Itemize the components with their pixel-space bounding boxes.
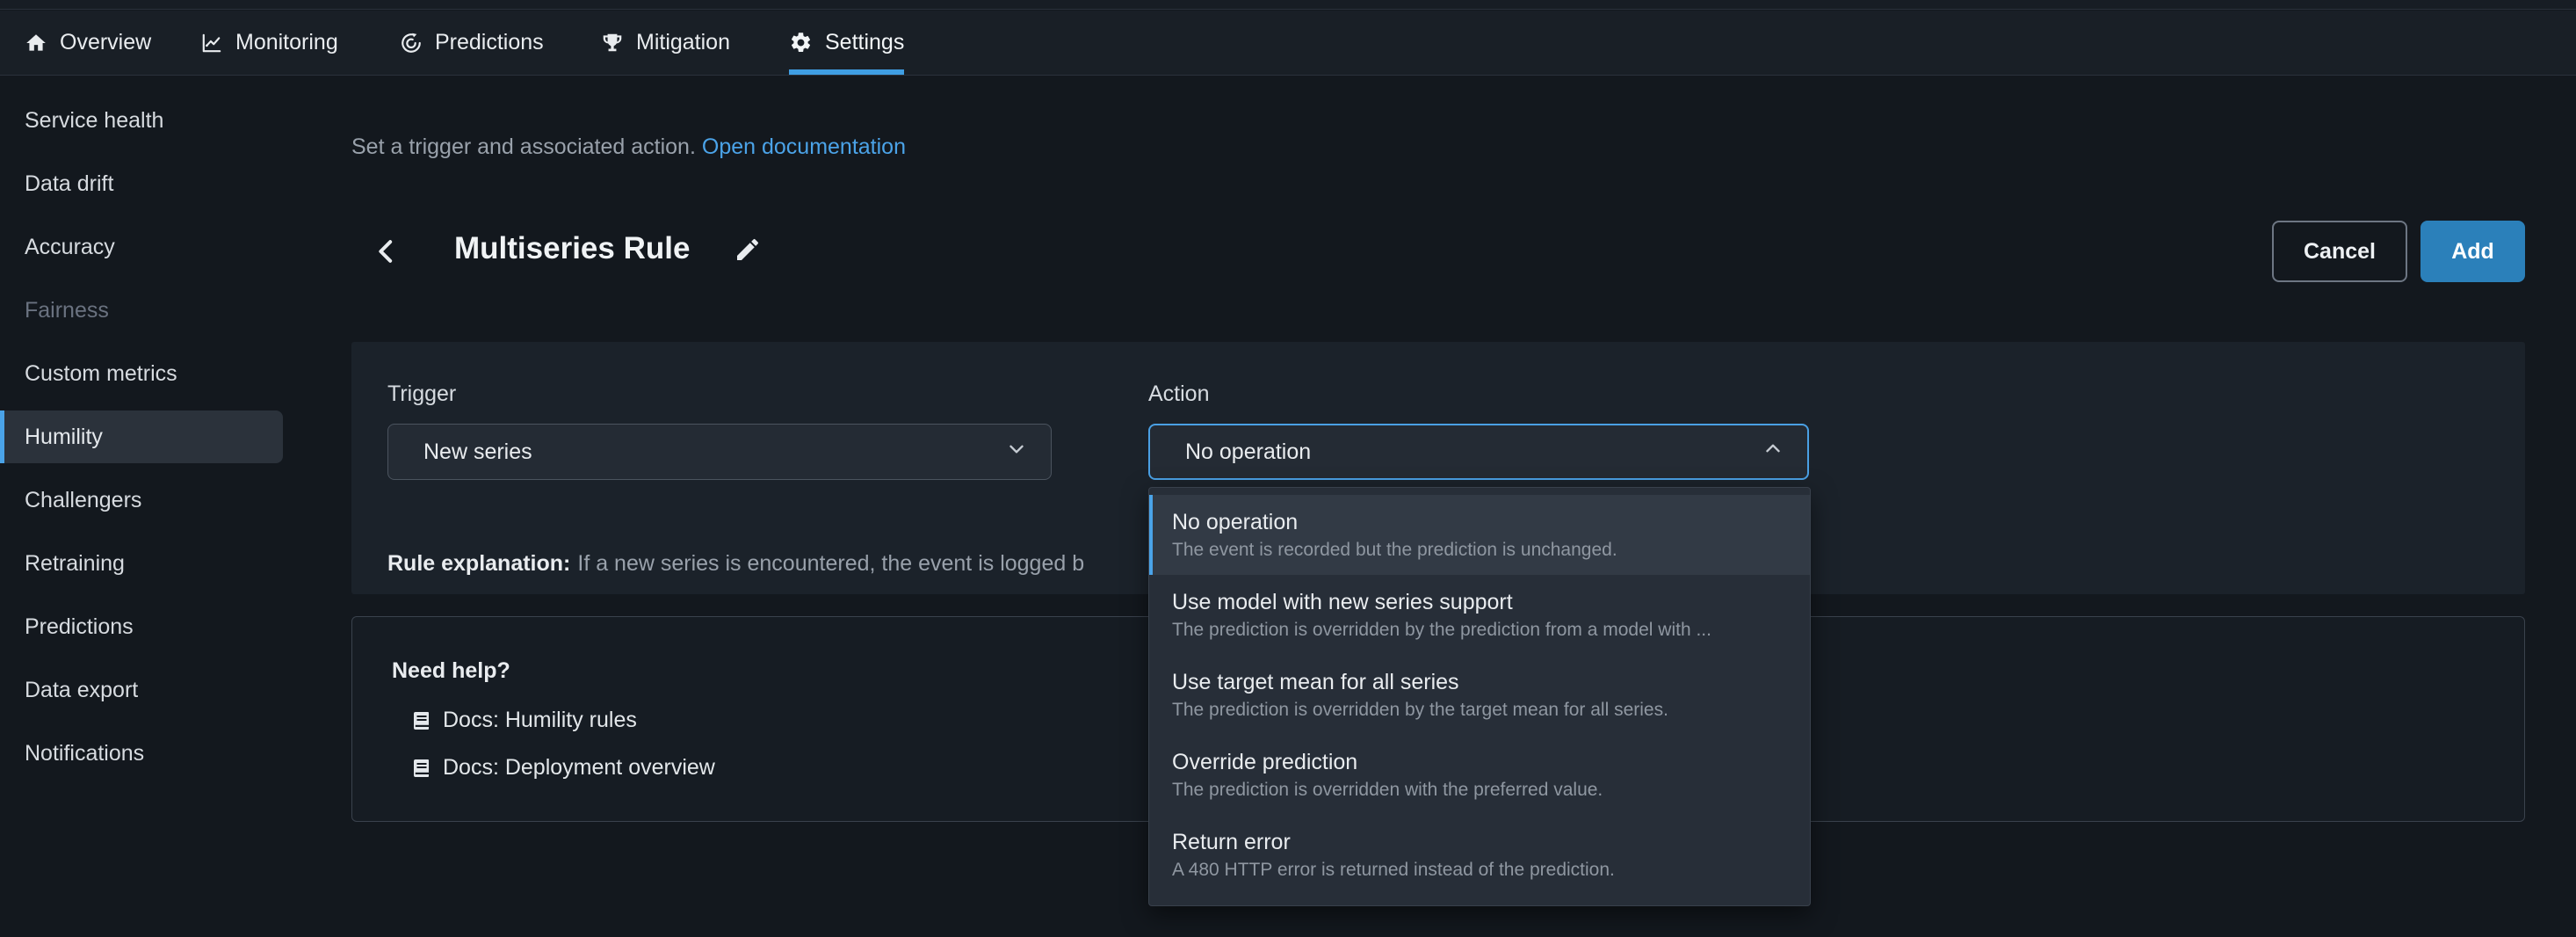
sidebar-item-custom-metrics[interactable]: Custom metrics — [0, 347, 286, 400]
sidebar-item-retraining[interactable]: Retraining — [0, 537, 286, 590]
sidebar-item-predictions[interactable]: Predictions — [0, 600, 286, 653]
nav-tab-label: Predictions — [435, 30, 544, 55]
book-icon — [411, 709, 432, 732]
monitoring-icon — [200, 32, 223, 54]
nav-tab-label: Overview — [60, 30, 151, 55]
nav-tab-overview[interactable]: Overview — [25, 11, 151, 75]
menu-option-description: The prediction is overridden with the pr… — [1172, 777, 1810, 803]
sidebar-item-humility[interactable]: Humility — [0, 410, 283, 463]
page-subtitle: Set a trigger and associated action. Ope… — [351, 134, 906, 160]
menu-option-title: Override prediction — [1172, 747, 1810, 777]
sidebar-item-label: Retraining — [25, 551, 125, 577]
sidebar-item-service-health[interactable]: Service health — [0, 94, 286, 147]
open-documentation-link[interactable]: Open documentation — [702, 134, 906, 159]
predictions-icon — [400, 32, 423, 54]
chevron-up-icon — [1762, 438, 1784, 467]
menu-option-use-model-with-new-series-support[interactable]: Use model with new series support The pr… — [1149, 575, 1810, 655]
sidebar-item-label: Humility — [25, 425, 103, 450]
nav-tab-label: Monitoring — [235, 30, 338, 55]
mitigation-icon — [601, 32, 624, 54]
menu-option-title: Return error — [1172, 827, 1810, 857]
settings-sidebar: Service health Data drift Accuracy Fairn… — [0, 76, 286, 937]
rule-explanation-text: If a new series is encountered, the even… — [577, 551, 1084, 576]
trigger-select[interactable]: New series — [387, 424, 1052, 480]
settings-icon — [789, 31, 813, 54]
add-button[interactable]: Add — [2420, 221, 2525, 282]
cancel-button[interactable]: Cancel — [2272, 221, 2407, 282]
edit-title-icon[interactable] — [734, 236, 762, 264]
subtitle-text: Set a trigger and associated action. — [351, 134, 696, 159]
menu-option-description: The event is recorded but the prediction… — [1172, 537, 1810, 563]
sidebar-item-challengers[interactable]: Challengers — [0, 474, 286, 527]
rule-explanation-label: Rule explanation: — [387, 551, 570, 576]
docs-deployment-overview-link[interactable]: Docs: Deployment overview — [411, 755, 715, 781]
book-icon — [411, 757, 432, 780]
trigger-select-value: New series — [423, 439, 532, 465]
need-help-heading: Need help? — [392, 658, 510, 684]
sidebar-item-data-drift[interactable]: Data drift — [0, 157, 286, 210]
nav-tab-label: Mitigation — [636, 30, 730, 55]
action-label: Action — [1148, 381, 1209, 407]
app-window: Overview Monitoring Predictions — [0, 0, 2576, 937]
page-title: Multiseries Rule — [454, 231, 690, 266]
sidebar-item-fairness: Fairness — [0, 284, 286, 337]
nav-tab-label: Settings — [825, 30, 904, 55]
menu-option-return-error[interactable]: Return error A 480 HTTP error is returne… — [1149, 815, 1810, 895]
action-dropdown-menu: No operation The event is recorded but t… — [1148, 487, 1811, 906]
chevron-down-icon — [1005, 438, 1028, 467]
nav-tab-predictions[interactable]: Predictions — [400, 11, 544, 75]
back-button[interactable] — [369, 234, 404, 269]
nav-tab-settings[interactable]: Settings — [789, 11, 904, 75]
sidebar-item-label: Custom metrics — [25, 361, 177, 387]
sidebar-item-data-export[interactable]: Data export — [0, 664, 286, 716]
menu-option-description: The prediction is overridden by the pred… — [1172, 617, 1810, 643]
sidebar-item-label: Service health — [25, 108, 163, 134]
home-icon — [25, 32, 47, 54]
sidebar-item-label: Challengers — [25, 488, 141, 513]
action-select-value: No operation — [1185, 439, 1311, 465]
menu-option-override-prediction[interactable]: Override prediction The prediction is ov… — [1149, 735, 1810, 815]
sidebar-item-label: Data export — [25, 678, 138, 703]
sidebar-item-label: Fairness — [25, 298, 109, 323]
sidebar-item-label: Predictions — [25, 614, 134, 640]
sidebar-item-label: Notifications — [25, 741, 144, 766]
doc-link-label: Docs: Humility rules — [443, 708, 637, 733]
nav-tab-monitoring[interactable]: Monitoring — [200, 11, 338, 75]
window-top-strip — [0, 0, 2576, 10]
sidebar-item-label: Accuracy — [25, 235, 115, 260]
nav-tab-mitigation[interactable]: Mitigation — [601, 11, 730, 75]
doc-link-label: Docs: Deployment overview — [443, 755, 715, 781]
menu-option-title: Use target mean for all series — [1172, 667, 1810, 697]
sidebar-item-accuracy[interactable]: Accuracy — [0, 221, 286, 273]
trigger-label: Trigger — [387, 381, 456, 407]
menu-option-title: Use model with new series support — [1172, 587, 1810, 617]
menu-option-description: The prediction is overridden by the targ… — [1172, 697, 1810, 723]
menu-option-no-operation[interactable]: No operation The event is recorded but t… — [1149, 495, 1810, 575]
top-navbar: Overview Monitoring Predictions — [0, 11, 2576, 76]
sidebar-item-notifications[interactable]: Notifications — [0, 727, 286, 780]
sidebar-item-label: Data drift — [25, 171, 113, 197]
action-select[interactable]: No operation — [1148, 424, 1809, 480]
docs-humility-rules-link[interactable]: Docs: Humility rules — [411, 708, 637, 733]
menu-option-use-target-mean-for-all-series[interactable]: Use target mean for all series The predi… — [1149, 655, 1810, 735]
menu-option-description: A 480 HTTP error is returned instead of … — [1172, 857, 1810, 883]
menu-option-title: No operation — [1172, 507, 1810, 537]
rule-explanation: Rule explanation: If a new series is enco… — [387, 551, 1084, 577]
